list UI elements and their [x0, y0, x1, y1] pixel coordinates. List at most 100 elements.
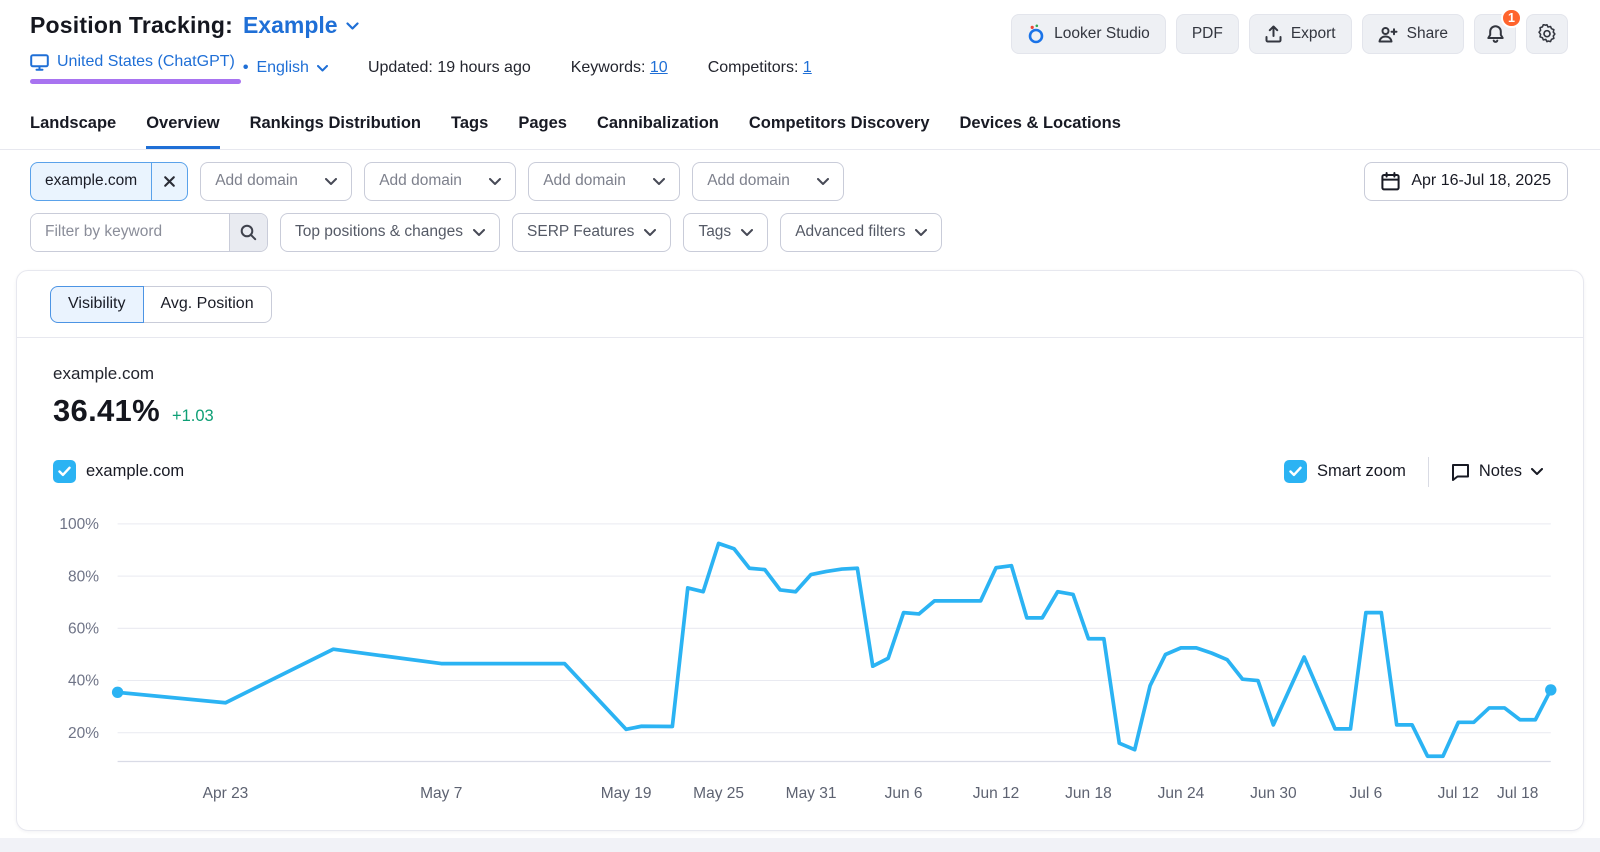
check-icon — [1289, 466, 1302, 477]
y-axis-tick: 80% — [68, 568, 99, 585]
location-link[interactable]: United States (ChatGPT) — [30, 53, 235, 71]
x-axis-tick: Jul 6 — [1349, 784, 1382, 801]
looker-studio-button[interactable]: Looker Studio — [1011, 14, 1166, 54]
export-icon — [1265, 25, 1282, 43]
x-axis-tick: Jul 18 — [1497, 784, 1538, 801]
notes-label: Notes — [1479, 462, 1522, 481]
updated-value: 19 hours ago — [437, 59, 530, 76]
last-point-dot — [1545, 684, 1556, 695]
location-language: United States (ChatGPT) — [30, 53, 235, 84]
first-point-dot — [112, 686, 123, 697]
settings-button[interactable] — [1526, 14, 1568, 54]
competitors-label: Competitors: — [708, 59, 799, 76]
x-axis-tick: Jun 18 — [1065, 784, 1112, 801]
location-highlight — [30, 79, 241, 84]
add-domain-label: Add domain — [707, 172, 790, 190]
meta-separator: • — [243, 59, 249, 77]
toggle-avg-position[interactable]: Avg. Position — [144, 286, 272, 323]
add-domain-label: Add domain — [543, 172, 626, 190]
tab-devices-locations[interactable]: Devices & Locations — [960, 108, 1121, 149]
chevron-down-icon — [915, 229, 927, 236]
monitor-icon — [30, 54, 49, 71]
chart-legend-row: example.com Smart zoom Notes — [17, 429, 1583, 487]
add-domain-button-4[interactable]: Add domain — [692, 162, 844, 201]
pdf-button[interactable]: PDF — [1176, 14, 1239, 54]
advanced-filters[interactable]: Advanced filters — [780, 213, 942, 252]
share-button[interactable]: Share — [1362, 14, 1464, 54]
add-domain-label: Add domain — [379, 172, 462, 190]
domain-chip-label: example.com — [31, 163, 151, 200]
smart-zoom-label: Smart zoom — [1317, 462, 1406, 481]
visibility-line — [118, 543, 1551, 756]
chart-area: 100%80%60%40%20%Apr 23May 7May 19May 25M… — [17, 487, 1583, 809]
tab-landscape[interactable]: Landscape — [30, 108, 116, 149]
y-axis-tick: 60% — [68, 620, 99, 637]
date-range-label: Apr 16-Jul 18, 2025 — [1411, 172, 1551, 190]
note-flag-icon — [1451, 463, 1470, 481]
toggle-visibility[interactable]: Visibility — [50, 286, 144, 323]
keywords-count-link[interactable]: 10 — [650, 59, 668, 76]
share-person-icon — [1378, 26, 1398, 43]
x-axis-tick: May 19 — [601, 784, 652, 801]
chevron-down-icon — [325, 178, 337, 185]
language-selector[interactable]: English — [256, 59, 327, 77]
visibility-chart[interactable]: 100%80%60%40%20%Apr 23May 7May 19May 25M… — [39, 497, 1557, 809]
metric-toggle: Visibility Avg. Position — [50, 286, 272, 323]
competitors-info: Competitors: 1 — [708, 59, 812, 77]
serp-features-label: SERP Features — [527, 223, 634, 241]
visibility-card: Visibility Avg. Position example.com 36.… — [16, 270, 1584, 831]
x-axis-tick: May 31 — [786, 784, 837, 801]
date-range-picker[interactable]: Apr 16-Jul 18, 2025 — [1364, 162, 1568, 201]
x-axis-tick: Jun 24 — [1158, 784, 1205, 801]
keyword-filter-row: Top positions & changes SERP Features Ta… — [0, 201, 1600, 252]
check-icon — [58, 466, 71, 477]
add-domain-label: Add domain — [215, 172, 298, 190]
tags-filter[interactable]: Tags — [683, 213, 768, 252]
keyword-filter — [30, 213, 268, 252]
tags-filter-label: Tags — [698, 223, 731, 241]
add-domain-button-2[interactable]: Add domain — [364, 162, 516, 201]
notifications-button[interactable]: 1 — [1474, 14, 1516, 54]
updated-label: Updated: — [368, 59, 433, 76]
add-domain-button-3[interactable]: Add domain — [528, 162, 680, 201]
notes-button[interactable]: Notes — [1451, 462, 1543, 481]
metric-delta: +1.03 — [172, 407, 214, 426]
smart-zoom-checkbox[interactable] — [1284, 460, 1307, 483]
top-positions-filter[interactable]: Top positions & changes — [280, 213, 500, 252]
y-axis-tick: 100% — [59, 516, 99, 533]
divider — [1428, 457, 1429, 487]
remove-domain-button[interactable] — [151, 163, 187, 200]
keyword-search-button[interactable] — [229, 214, 267, 251]
location-label: United States (ChatGPT) — [57, 53, 235, 71]
keyword-filter-input[interactable] — [31, 214, 229, 251]
chevron-down-icon — [317, 65, 328, 72]
tab-tags[interactable]: Tags — [451, 108, 488, 149]
gear-icon — [1537, 24, 1557, 44]
x-axis-tick: May 7 — [420, 784, 462, 801]
serp-features-filter[interactable]: SERP Features — [512, 213, 671, 252]
tab-rankings-distribution[interactable]: Rankings Distribution — [250, 108, 421, 149]
tab-pages[interactable]: Pages — [518, 108, 567, 149]
series-checkbox[interactable] — [53, 460, 76, 483]
add-domain-button-1[interactable]: Add domain — [200, 162, 352, 201]
position-tracking-page: Position Tracking: Example United States… — [0, 0, 1600, 838]
project-selector[interactable]: Example — [243, 12, 359, 39]
tab-competitors-discovery[interactable]: Competitors Discovery — [749, 108, 930, 149]
x-axis-tick: Jun 12 — [973, 784, 1020, 801]
y-axis-tick: 40% — [68, 672, 99, 689]
section-tabs: Landscape Overview Rankings Distribution… — [0, 84, 1600, 150]
chevron-down-icon — [489, 178, 501, 185]
export-button[interactable]: Export — [1249, 14, 1352, 54]
x-axis-tick: Jul 12 — [1438, 784, 1479, 801]
series-label: example.com — [86, 462, 184, 481]
competitors-count-link[interactable]: 1 — [803, 59, 812, 76]
chart-controls: Smart zoom Notes — [1284, 457, 1543, 487]
tab-cannibalization[interactable]: Cannibalization — [597, 108, 719, 149]
chevron-down-icon — [346, 22, 359, 30]
domain-chip: example.com — [30, 162, 188, 201]
close-icon — [163, 175, 176, 188]
series-legend: example.com — [53, 460, 184, 483]
chevron-down-icon — [1531, 468, 1543, 475]
tab-overview[interactable]: Overview — [146, 108, 219, 149]
y-axis-tick: 20% — [68, 724, 99, 741]
